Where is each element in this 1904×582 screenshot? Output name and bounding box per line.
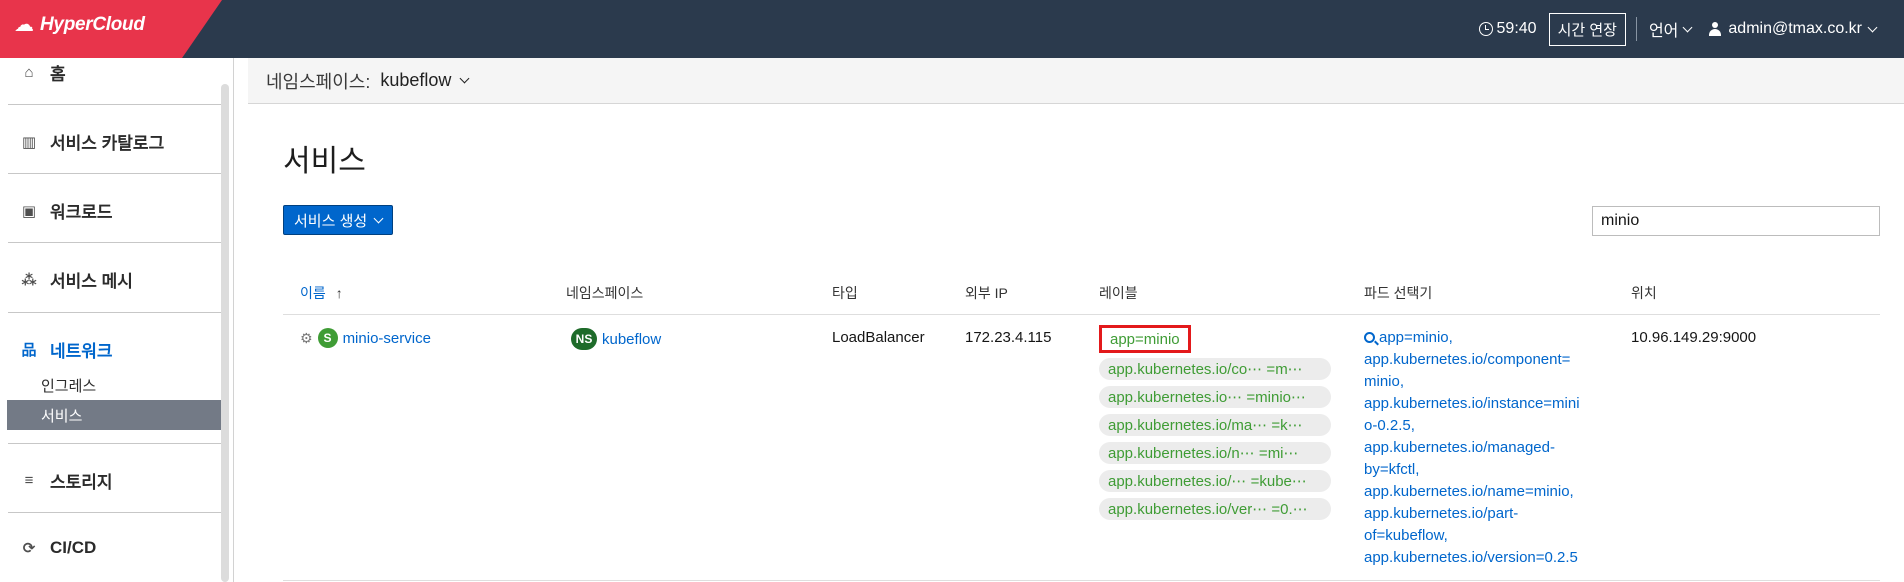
column-header-pod-selector: 파드 선택기 <box>1364 285 1433 301</box>
selector-line: app.kubernetes.io/name=minio, <box>1364 483 1574 500</box>
language-dropdown[interactable]: 언어 <box>1648 17 1693 41</box>
chevron-down-icon <box>1682 22 1693 32</box>
selector-line: o-0.2.5, <box>1364 417 1415 434</box>
label-chip[interactable]: app.kubernetes.io⋯ =minio⋯ <box>1099 386 1331 408</box>
selector-line: minio, <box>1364 373 1405 390</box>
briefcase-icon: ▣ <box>21 202 37 220</box>
namespace-dropdown[interactable]: kubeflow <box>380 70 470 91</box>
table-row-name-cell: ⚙ S minio-service <box>300 328 431 348</box>
column-header-external-ip[interactable]: 외부 IP <box>965 283 1008 303</box>
divider <box>1635 17 1637 41</box>
create-service-label: 서비스 생성 <box>294 212 368 230</box>
brand-name: HyperCloud <box>40 14 145 35</box>
database-icon: ≡ <box>24 472 34 489</box>
gear-icon[interactable]: ⚙ <box>300 330 313 347</box>
network-icon: 品 <box>21 342 37 359</box>
column-header-type[interactable]: 타입 <box>832 283 858 303</box>
label-chip[interactable]: app.kubernetes.io/co⋯ =m⋯ <box>1099 358 1331 380</box>
sidebar-item-home[interactable]: ⌂ 홈 <box>20 60 66 85</box>
sidebar-item-label: 서비스 메시 <box>50 272 133 291</box>
label-chip[interactable]: app.kubernetes.io/ver⋯ =0.⋯ <box>1099 498 1331 520</box>
home-icon: ⌂ <box>24 64 34 81</box>
column-header-name[interactable]: 이름 ↑ <box>300 283 343 303</box>
divider <box>8 443 221 444</box>
sidebar-subitem-service[interactable]: 서비스 <box>7 400 221 430</box>
external-ip: 172.23.4.115 <box>965 329 1052 346</box>
namespace-value: kubeflow <box>380 70 452 90</box>
selector-line: app.kubernetes.io/part- <box>1364 505 1519 522</box>
session-timer: 59:40 <box>1478 20 1537 38</box>
selector-line: app.kubernetes.io/component= <box>1364 351 1571 368</box>
sidebar-item-service-mesh[interactable]: ⁂ 서비스 메시 <box>20 267 133 292</box>
selector-text: app=minio, <box>1379 329 1453 346</box>
service-name-link[interactable]: minio-service <box>343 330 431 347</box>
search-input[interactable] <box>1592 206 1880 236</box>
create-service-button[interactable]: 서비스 생성 <box>283 205 394 235</box>
sidebar-item-label: 홈 <box>50 65 66 84</box>
chevron-down-icon <box>1867 22 1878 32</box>
namespace-label: 네임스페이스: <box>266 71 371 92</box>
service-badge: S <box>317 328 338 348</box>
sidebar-item-label: 워크로드 <box>50 203 113 222</box>
sidebar-subitem-ingress[interactable]: 인그레스 <box>7 370 221 400</box>
column-header-namespace[interactable]: 네임스페이스 <box>566 283 643 303</box>
language-label: 언어 <box>1648 23 1679 40</box>
table-row-namespace-cell: NS kubeflow <box>571 328 661 350</box>
chevron-down-icon <box>459 73 470 84</box>
sidebar-item-workload[interactable]: ▣ 워크로드 <box>20 198 113 223</box>
sort-ascending-icon: ↑ <box>335 285 343 301</box>
timer-value: 59:40 <box>1496 20 1537 37</box>
selector-line: of=kubeflow, <box>1364 527 1448 544</box>
table-divider <box>283 314 1880 315</box>
service-location: 10.96.149.29:9000 <box>1631 329 1757 346</box>
divider <box>8 512 221 513</box>
sidebar-scrollbar[interactable] <box>221 84 229 582</box>
sidebar-item-label: 스토리지 <box>50 473 113 492</box>
label-chip[interactable]: app.kubernetes.io/n⋯ =mi⋯ <box>1099 442 1331 464</box>
divider <box>8 242 221 243</box>
selector-line: app=minio, <box>1364 327 1604 349</box>
namespace-bar: 네임스페이스: kubeflow <box>248 58 1904 104</box>
extend-session-button[interactable]: 시간 연장 <box>1548 12 1626 46</box>
top-bar: ☁ HyperCloud 59:40 시간 연장 언어 admin@tmax.c… <box>0 0 1904 58</box>
chevron-down-icon <box>373 213 384 223</box>
label-chip[interactable]: app.kubernetes.io/ma⋯ =k⋯ <box>1099 414 1331 436</box>
sidebar-item-storage[interactable]: ≡ 스토리지 <box>20 468 113 493</box>
sidebar-item-cicd[interactable]: ⟳ CI/CD <box>20 538 97 558</box>
column-header-labels: 레이블 <box>1099 285 1138 301</box>
search-icon <box>1364 332 1375 343</box>
user-icon <box>1709 22 1722 36</box>
divider <box>8 173 221 174</box>
user-menu[interactable]: admin@tmax.co.kr <box>1709 20 1878 38</box>
user-name: admin@tmax.co.kr <box>1728 20 1862 37</box>
namespace-link[interactable]: kubeflow <box>602 331 661 348</box>
sidebar-item-label: 네트워크 <box>50 342 113 361</box>
label-chip-highlighted[interactable]: app=minio <box>1099 325 1191 353</box>
selector-line: app.kubernetes.io/instance=mini <box>1364 395 1580 412</box>
service-type: LoadBalancer <box>832 329 925 346</box>
clock-icon <box>1478 22 1493 36</box>
cicd-icon: ⟳ <box>22 540 36 557</box>
sidebar-item-label: 서비스 카탈로그 <box>50 134 165 153</box>
mesh-icon: ⁂ <box>21 271 37 289</box>
selector-line: app.kubernetes.io/managed- <box>1364 439 1555 456</box>
divider <box>8 312 221 313</box>
label-chip[interactable]: app.kubernetes.io/⋯ =kube⋯ <box>1099 470 1331 492</box>
brand-area[interactable]: ☁ HyperCloud <box>0 0 222 58</box>
selector-line: by=kfctl, <box>1364 461 1420 478</box>
namespace-badge: NS <box>571 328 597 350</box>
sidebar-item-label: CI/CD <box>50 538 97 557</box>
page-title: 서비스 <box>283 145 366 178</box>
cloud-logo-icon: ☁ <box>14 14 34 36</box>
selector-line: app.kubernetes.io/version=0.2.5 <box>1364 549 1578 566</box>
sidebar: ⌂ 홈 ▥ 서비스 카탈로그 ▣ 워크로드 ⁂ 서비스 메시 品 네트워크 인그… <box>0 58 234 582</box>
column-header-label: 이름 <box>300 285 326 301</box>
sidebar-item-service-catalog[interactable]: ▥ 서비스 카탈로그 <box>20 129 164 154</box>
pod-selector-link[interactable]: app=minio, app.kubernetes.io/component= … <box>1364 327 1604 569</box>
divider <box>8 104 221 105</box>
column-header-location[interactable]: 위치 <box>1631 283 1657 303</box>
table-divider <box>283 580 1880 581</box>
catalog-icon: ▥ <box>21 133 37 151</box>
sidebar-item-network[interactable]: 品 네트워크 <box>20 337 113 362</box>
